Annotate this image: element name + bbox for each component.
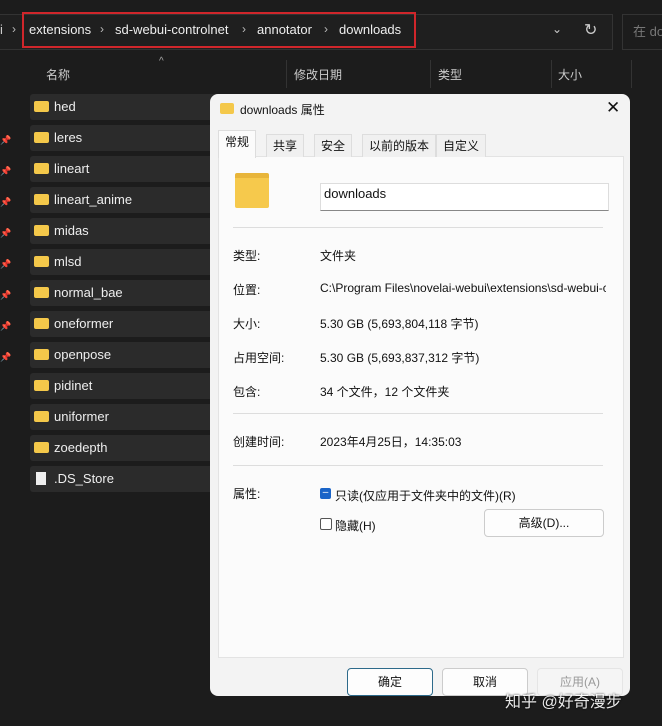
- hidden-checkbox[interactable]: [320, 518, 332, 530]
- folder-icon: [34, 225, 49, 236]
- hidden-label[interactable]: 隐藏(H): [335, 517, 376, 534]
- file-row[interactable]: lineart_anime: [30, 187, 230, 213]
- created-value: 2023年4月25日，14:35:03: [320, 435, 462, 449]
- file-row[interactable]: .DS_Store: [30, 466, 230, 492]
- file-name: openpose: [54, 347, 112, 362]
- close-icon[interactable]: ✕: [606, 98, 620, 118]
- tab-sharing[interactable]: 共享: [266, 134, 305, 157]
- pin-icon: 📌: [0, 259, 12, 269]
- advanced-button[interactable]: 高级(D)...: [484, 509, 604, 537]
- file-row[interactable]: zoedepth: [30, 435, 230, 461]
- file-icon: [36, 472, 46, 485]
- watermark: 知乎 @好奇漫步: [505, 694, 622, 711]
- folder-icon: [34, 380, 49, 391]
- pin-icon: 📌: [0, 228, 12, 238]
- file-name: mlsd: [54, 254, 82, 269]
- file-name: pidinet: [54, 378, 93, 393]
- file-name: lineart: [54, 161, 90, 176]
- folder-icon: [34, 318, 49, 329]
- disk-size-value: 5.30 GB (5,693,837,312 字节): [320, 351, 480, 365]
- folder-icon: [220, 103, 234, 114]
- tab-customize[interactable]: 自定义: [436, 134, 487, 157]
- type-label: 类型:: [233, 249, 261, 263]
- readonly-checkbox[interactable]: –: [320, 488, 331, 499]
- file-row[interactable]: oneformer: [30, 311, 230, 337]
- chevron-right-icon: ›: [12, 22, 16, 36]
- file-row[interactable]: leres: [30, 125, 230, 151]
- search-input[interactable]: 在 do: [622, 14, 662, 50]
- disk-size-label: 占用空间:: [233, 351, 285, 365]
- folder-icon: [34, 194, 49, 205]
- column-type[interactable]: 类型: [438, 66, 462, 83]
- file-row[interactable]: normal_bae: [30, 280, 230, 306]
- highlight-box: [22, 12, 416, 48]
- file-row[interactable]: pidinet: [30, 373, 230, 399]
- pin-icon: 📌: [0, 135, 12, 145]
- ok-button[interactable]: 确定: [347, 668, 433, 696]
- large-folder-icon: [235, 173, 269, 208]
- tab-general[interactable]: 常规: [218, 130, 257, 158]
- column-modified[interactable]: 修改日期: [294, 66, 342, 83]
- folder-icon: [34, 349, 49, 360]
- sort-up-icon: ^: [159, 56, 164, 67]
- file-name: zoedepth: [54, 440, 108, 455]
- attributes-label: 属性:: [233, 487, 261, 501]
- file-name: lineart_anime: [54, 192, 133, 207]
- column-size[interactable]: 大小: [558, 66, 582, 83]
- properties-dialog: downloads 属性 ✕ downloads 类型: 文件夹 位置: C:\…: [210, 94, 630, 696]
- file-name: oneformer: [54, 316, 114, 331]
- location-value: C:\Program Files\novelai-webui\extension…: [320, 281, 606, 295]
- dialog-title: downloads 属性: [240, 103, 325, 117]
- folder-icon: [34, 101, 49, 112]
- folder-icon: [34, 132, 49, 143]
- pin-icon: 📌: [0, 352, 12, 362]
- created-label: 创建时间:: [233, 435, 285, 449]
- general-panel: downloads 类型: 文件夹 位置: C:\Program Files\n…: [218, 156, 624, 658]
- size-value: 5.30 GB (5,693,804,118 字节): [320, 317, 479, 331]
- file-name: midas: [54, 223, 89, 238]
- type-value: 文件夹: [320, 249, 357, 263]
- contains-label: 包含:: [233, 385, 261, 399]
- file-row[interactable]: midas: [30, 218, 230, 244]
- contains-value: 34 个文件，12 个文件夹: [320, 385, 450, 399]
- tab-previous-versions[interactable]: 以前的版本: [362, 134, 437, 157]
- folder-icon: [34, 256, 49, 267]
- folder-name-input[interactable]: downloads: [320, 183, 609, 211]
- folder-icon: [34, 411, 49, 422]
- file-name: hed: [54, 99, 76, 114]
- pin-icon: 📌: [0, 166, 12, 176]
- chevron-down-icon[interactable]: ⌄: [552, 22, 562, 36]
- column-name[interactable]: 名称: [46, 66, 70, 83]
- pin-icon: 📌: [0, 290, 12, 300]
- refresh-icon[interactable]: ↻: [584, 20, 597, 40]
- readonly-label[interactable]: 只读(仅应用于文件夹中的文件)(R): [335, 487, 516, 504]
- pin-icon: 📌: [0, 321, 12, 331]
- location-label: 位置:: [233, 283, 261, 297]
- pin-icon: 📌: [0, 197, 12, 207]
- file-row[interactable]: uniformer: [30, 404, 230, 430]
- file-row[interactable]: hed: [30, 94, 230, 120]
- file-row[interactable]: mlsd: [30, 249, 230, 275]
- folder-icon: [34, 442, 49, 453]
- file-name: .DS_Store: [54, 471, 114, 486]
- file-row[interactable]: lineart: [30, 156, 230, 182]
- size-label: 大小:: [233, 317, 261, 331]
- file-name: normal_bae: [54, 285, 123, 300]
- folder-icon: [34, 287, 49, 298]
- file-row[interactable]: openpose: [30, 342, 230, 368]
- file-name: uniformer: [54, 409, 109, 424]
- file-name: leres: [54, 130, 83, 145]
- folder-icon: [34, 163, 49, 174]
- breadcrumb-prev[interactable]: i: [0, 22, 3, 37]
- tab-security[interactable]: 安全: [314, 134, 353, 157]
